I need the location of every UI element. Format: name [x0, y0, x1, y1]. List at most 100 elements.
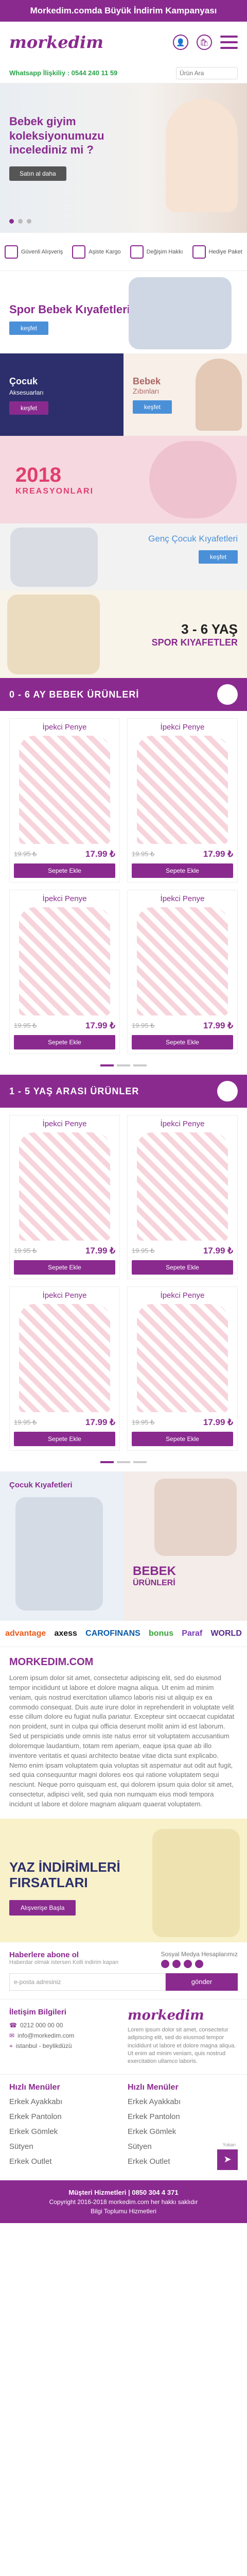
- search-input[interactable]: [176, 66, 238, 79]
- genc-cocuk-banner[interactable]: Genç Çocuk Kıyafetleri keşfet: [0, 523, 247, 590]
- footer-logo[interactable]: morkedim: [128, 2008, 238, 2023]
- price: 17.99 ₺: [203, 1021, 233, 1030]
- email-field[interactable]: e-posta adresiniz: [9, 1973, 166, 1991]
- instagram-icon[interactable]: [183, 1959, 192, 1968]
- spor-kiyafet-banner[interactable]: 3 - 6 YAŞ SPOR KIYAFETLER: [0, 590, 247, 678]
- price: 17.99 ₺: [203, 1417, 233, 1427]
- product-grid: İpekci Penye 19.95 ₺ 17.99 ₺ Sepete Ekle …: [0, 711, 247, 1061]
- hero-banner[interactable]: Bebek giyim koleksiyonumuzu incelediniz …: [0, 83, 247, 233]
- slide-dot[interactable]: [9, 219, 14, 224]
- product-name[interactable]: İpekci Penye: [14, 1120, 115, 1128]
- menu-link[interactable]: Erkek Ayakkabı: [128, 2097, 238, 2106]
- product-name[interactable]: İpekci Penye: [132, 1291, 233, 1300]
- product-card[interactable]: İpekci Penye 19.95 ₺ 17.99 ₺ Sepete Ekle: [127, 890, 238, 1054]
- carousel-dot[interactable]: [117, 1064, 130, 1066]
- cocuk-kiyafet-banner[interactable]: Çocuk Kıyafetleri: [0, 1471, 123, 1621]
- menu-link[interactable]: Erkek Pantolon: [9, 2112, 119, 2121]
- product-image[interactable]: [137, 907, 228, 1015]
- twitter-icon[interactable]: [172, 1959, 181, 1968]
- product-card[interactable]: İpekci Penye 19.95 ₺ 17.99 ₺ Sepete Ekle: [9, 718, 120, 883]
- footer-info: İletişim Bilgileri ☎ 0212 000 00 00 ✉ info…: [0, 1999, 247, 2075]
- carousel-pagination[interactable]: [0, 1061, 247, 1075]
- menu-icon[interactable]: [220, 36, 238, 49]
- product-image[interactable]: [19, 1304, 110, 1412]
- hero-button[interactable]: Satın al daha: [9, 166, 66, 181]
- add-to-cart-button[interactable]: Sepete Ekle: [132, 1432, 233, 1446]
- product-card[interactable]: İpekci Penye 19.95 ₺ 17.99 ₺ Sepete Ekle: [9, 890, 120, 1054]
- phone-number[interactable]: 0212 000 00 00: [20, 2022, 63, 2029]
- banner-subtitle: KREASYONLARI: [15, 486, 94, 496]
- spor-bebek-button[interactable]: keşfet: [9, 321, 49, 335]
- product-image[interactable]: [137, 736, 228, 844]
- add-to-cart-button[interactable]: Sepete Ekle: [14, 1432, 115, 1446]
- product-name[interactable]: İpekci Penye: [132, 894, 233, 903]
- add-to-cart-button[interactable]: Sepete Ekle: [14, 1035, 115, 1049]
- product-card[interactable]: İpekci Penye 19.95 ₺ 17.99 ₺ Sepete Ekle: [9, 1286, 120, 1451]
- banner-title: Çocuk: [9, 376, 38, 386]
- genc-button[interactable]: keşfet: [198, 550, 238, 564]
- bag-icon[interactable]: 🛍: [197, 35, 212, 50]
- sale-banner[interactable]: YAZ İNDİRİMLERİ FIRSATLARI Alışverişe Ba…: [0, 1818, 247, 1942]
- hero-pagination[interactable]: [9, 219, 31, 224]
- add-to-cart-button[interactable]: Sepete Ekle: [132, 1035, 233, 1049]
- carousel-dot[interactable]: [100, 1461, 114, 1463]
- product-name[interactable]: İpekci Penye: [14, 1291, 115, 1300]
- carousel-dot[interactable]: [117, 1461, 130, 1463]
- carousel-pagination[interactable]: [0, 1458, 247, 1471]
- product-image[interactable]: [137, 1304, 228, 1412]
- whatsapp-contact[interactable]: Whatsapp İlişkiliy : 0544 240 11 59: [9, 69, 117, 77]
- add-to-cart-button[interactable]: Sepete Ekle: [14, 1260, 115, 1275]
- product-card[interactable]: İpekci Penye 19.95 ₺ 17.99 ₺ Sepete Ekle: [127, 718, 238, 883]
- bebek-banner[interactable]: Bebek Zıbınları keşfet: [123, 353, 247, 436]
- truck-icon: [72, 245, 86, 259]
- bebek-urunleri-banner[interactable]: BEBEK ÜRÜNLERİ: [123, 1471, 247, 1621]
- carousel-dot[interactable]: [133, 1064, 147, 1066]
- user-icon[interactable]: 👤: [173, 35, 188, 50]
- product-card[interactable]: İpekci Penye 19.95 ₺ 17.99 ₺ Sepete Ekle: [127, 1286, 238, 1451]
- youtube-icon[interactable]: [195, 1959, 203, 1968]
- product-name[interactable]: İpekci Penye: [132, 1120, 233, 1128]
- menu-link[interactable]: Erkek Gömlek: [9, 2127, 119, 2136]
- spor-bebek-banner[interactable]: Spor Bebek Kıyafetleri keşfet: [0, 271, 247, 353]
- info-society-link[interactable]: Bilgi Toplumu Hizmetleri: [9, 2207, 238, 2216]
- old-price: 19.95 ₺: [14, 1247, 37, 1255]
- scroll-top-button[interactable]: ➤: [217, 2149, 238, 2170]
- email-address[interactable]: info@morkedim.com: [17, 2032, 74, 2039]
- slide-dot[interactable]: [27, 219, 31, 224]
- carousel-dot[interactable]: [133, 1461, 147, 1463]
- add-to-cart-button[interactable]: Sepete Ekle: [132, 1260, 233, 1275]
- product-name[interactable]: İpekci Penye: [14, 894, 115, 903]
- section-title: 1 - 5 YAŞ ARASI ÜRÜNLER: [9, 1086, 139, 1096]
- banner-subtitle: Aksesuarları: [9, 389, 44, 396]
- product-image[interactable]: [137, 1132, 228, 1241]
- facebook-icon[interactable]: [161, 1959, 169, 1968]
- sale-button[interactable]: Alışverişe Başla: [9, 1900, 76, 1916]
- logo[interactable]: morkedim: [9, 32, 103, 52]
- product-image[interactable]: [19, 907, 110, 1015]
- brand-logo: bonus: [149, 1629, 174, 1638]
- product-card[interactable]: İpekci Penye 19.95 ₺ 17.99 ₺ Sepete Ekle: [9, 1115, 120, 1279]
- menu-link[interactable]: Erkek Pantolon: [128, 2112, 238, 2121]
- product-card[interactable]: İpekci Penye 19.95 ₺ 17.99 ₺ Sepete Ekle: [127, 1115, 238, 1279]
- menu-link[interactable]: Erkek Outlet: [9, 2157, 119, 2166]
- product-name[interactable]: İpekci Penye: [14, 723, 115, 732]
- feature-item: Aşiste Kargo: [72, 245, 121, 259]
- kreasyon-banner[interactable]: 2018 KREASYONLARI: [0, 436, 247, 523]
- slide-dot[interactable]: [18, 219, 23, 224]
- add-to-cart-button[interactable]: Sepete Ekle: [14, 863, 115, 878]
- bebek-button[interactable]: keşfet: [133, 400, 172, 414]
- product-image[interactable]: [19, 1132, 110, 1241]
- footer-description: Lorem ipsum dolor sit amet, consectetur …: [128, 2026, 236, 2065]
- subscribe-button[interactable]: gönder: [166, 1973, 238, 1991]
- menu-link[interactable]: Sütyen: [9, 2142, 119, 2151]
- customer-service[interactable]: Müşteri Hizmetleri | 0850 304 4 371: [68, 2189, 178, 2196]
- product-image[interactable]: [19, 736, 110, 844]
- menu-link[interactable]: Erkek Gömlek: [128, 2127, 238, 2136]
- cocuk-button[interactable]: keşfet: [9, 401, 49, 415]
- product-name[interactable]: İpekci Penye: [132, 723, 233, 732]
- cocuk-banner[interactable]: Çocuk Aksesuarları keşfet: [0, 353, 123, 436]
- menu-link[interactable]: Erkek Ayakkabı: [9, 2097, 119, 2106]
- carousel-dot[interactable]: [100, 1064, 114, 1066]
- promo-topbar[interactable]: Morkedim.comda Büyük İndirim Kampanyası: [0, 0, 247, 22]
- add-to-cart-button[interactable]: Sepete Ekle: [132, 863, 233, 878]
